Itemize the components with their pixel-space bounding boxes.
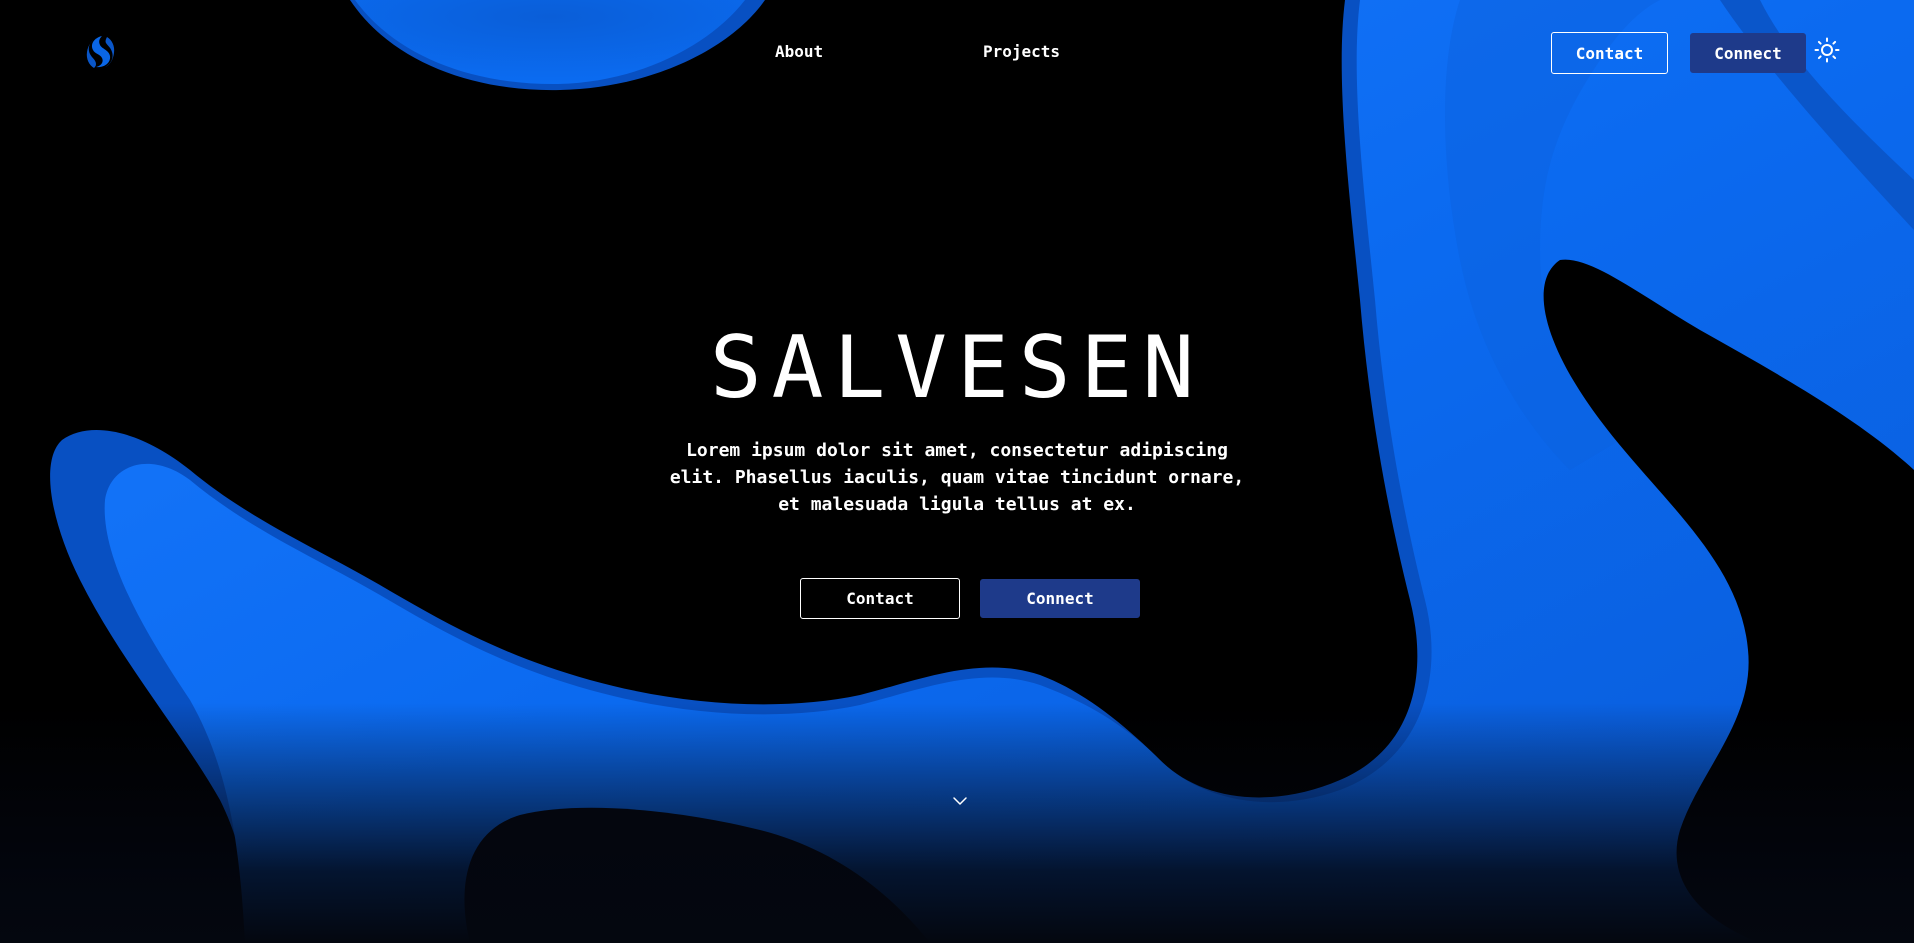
chevron-down-icon[interactable] <box>951 792 969 810</box>
nav-contact-button[interactable]: Contact <box>1551 32 1668 74</box>
hero-connect-button[interactable]: Connect <box>980 579 1140 618</box>
hero-contact-label: Contact <box>846 589 914 608</box>
nav-link-projects[interactable]: Projects <box>983 42 1060 61</box>
nav-connect-button[interactable]: Connect <box>1690 33 1806 73</box>
hero-description: Lorem ipsum dolor sit amet, consectetur … <box>669 440 1245 515</box>
nav-connect-label: Connect <box>1714 43 1782 63</box>
nav-link-about[interactable]: About <box>775 42 823 61</box>
hero-title: SALVESEN <box>709 318 1205 418</box>
sun-icon[interactable] <box>1814 37 1840 63</box>
hero-contact-button[interactable]: Contact <box>800 578 960 619</box>
hero-connect-label: Connect <box>1026 589 1094 608</box>
s-swirl-logo-icon[interactable] <box>84 34 116 70</box>
nav-contact-label: Contact <box>1575 43 1644 63</box>
top-navbar: About Projects Contact Connect <box>0 0 1914 104</box>
